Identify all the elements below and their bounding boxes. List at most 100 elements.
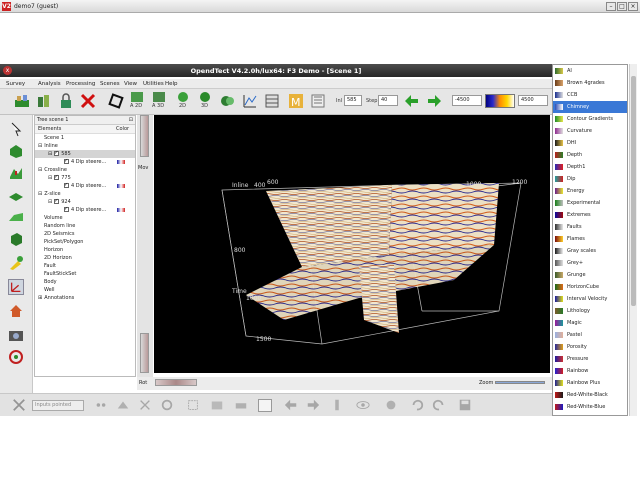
colortable-option[interactable]: Grey+ bbox=[553, 257, 627, 269]
tree-item[interactable]: 4 Dip steere... bbox=[35, 181, 135, 190]
step-input[interactable]: 40 bbox=[378, 95, 398, 106]
visibility-checkbox[interactable] bbox=[54, 197, 60, 205]
colortable-option[interactable]: Chimney bbox=[553, 101, 627, 113]
tree-item[interactable]: 4 Dip steere... bbox=[35, 205, 135, 214]
visibility-checkbox[interactable] bbox=[64, 157, 69, 165]
undo-icon[interactable] bbox=[410, 398, 424, 412]
colortable-option[interactable]: Dip bbox=[553, 173, 627, 185]
tracking-icon[interactable] bbox=[12, 398, 26, 412]
colortable-option[interactable]: HorizonCube bbox=[553, 281, 627, 293]
tree-item[interactable]: 2D Seismics bbox=[35, 230, 135, 238]
colortable-swatch[interactable] bbox=[485, 94, 515, 108]
retrack-icon[interactable] bbox=[160, 398, 174, 412]
colortable-option[interactable]: Extremes bbox=[553, 209, 627, 221]
color-picker-icon[interactable] bbox=[8, 255, 24, 271]
tree-item[interactable]: FaultStickSet bbox=[35, 270, 135, 278]
colortable-option[interactable]: Experimental bbox=[553, 197, 627, 209]
tree-item[interactable]: ⊟585 bbox=[35, 149, 135, 158]
colortable-option[interactable]: Grunge bbox=[553, 269, 627, 281]
colortable-option[interactable]: Flames bbox=[553, 233, 627, 245]
tree-item[interactable]: Well bbox=[35, 286, 135, 294]
colortable-option[interactable]: Red-White-Blue bbox=[553, 401, 627, 413]
visibility-checkbox[interactable] bbox=[54, 149, 60, 157]
colortable-option[interactable]: AI bbox=[553, 65, 627, 77]
clip-min-input[interactable]: -4500 bbox=[452, 95, 482, 106]
eye-icon[interactable] bbox=[356, 398, 370, 412]
fill-icon[interactable] bbox=[210, 398, 224, 412]
visibility-checkbox[interactable] bbox=[64, 181, 69, 189]
colortable-option[interactable]: CCB bbox=[553, 89, 627, 101]
colortable-option[interactable]: Brown 4grades bbox=[553, 77, 627, 89]
tree-item[interactable]: PickSet/Polygon bbox=[35, 238, 135, 246]
mov-slider[interactable] bbox=[140, 115, 149, 157]
scissors-icon[interactable] bbox=[138, 398, 152, 412]
zoom-slider[interactable] bbox=[495, 381, 545, 384]
tree-item[interactable]: Random line bbox=[35, 222, 135, 230]
erase-icon[interactable] bbox=[234, 398, 248, 412]
menu-view[interactable]: View bbox=[124, 81, 137, 87]
colortable-option[interactable]: Contour Gradients bbox=[553, 113, 627, 125]
lock-icon[interactable] bbox=[58, 93, 74, 109]
volume-builder-icon[interactable] bbox=[220, 93, 236, 109]
colortable-option[interactable]: Lithology bbox=[553, 305, 627, 317]
zslice-icon[interactable] bbox=[8, 187, 24, 203]
undo-arrow-icon[interactable] bbox=[284, 398, 298, 412]
tracker-box[interactable] bbox=[258, 399, 272, 412]
colortable-option[interactable]: Rainbow bbox=[553, 365, 627, 377]
collapse-icon[interactable]: ⊟ bbox=[48, 199, 52, 205]
minimize-icon[interactable]: – bbox=[606, 2, 616, 11]
visibility-checkbox[interactable] bbox=[54, 173, 60, 181]
rotate-slider[interactable] bbox=[155, 379, 197, 386]
tree-item[interactable]: ⊟924 bbox=[35, 197, 135, 206]
horizon-icon[interactable] bbox=[8, 209, 24, 225]
layer-model-icon[interactable] bbox=[264, 93, 280, 109]
colortable-option[interactable]: Pastel bbox=[553, 329, 627, 341]
polygon-select-icon[interactable] bbox=[186, 398, 200, 412]
tree-item[interactable]: ⊟ Z-slice bbox=[35, 190, 135, 198]
inline-icon[interactable] bbox=[8, 143, 24, 159]
well-tie-icon[interactable] bbox=[310, 93, 326, 109]
create-2d-button[interactable]: 2D bbox=[174, 91, 192, 111]
tree-item[interactable]: ⊟775 bbox=[35, 173, 135, 182]
scrollbar-thumb[interactable] bbox=[631, 76, 636, 306]
colortable-option[interactable]: DHI bbox=[553, 137, 627, 149]
collapse-icon[interactable]: ⊟ bbox=[38, 143, 42, 149]
settings-icon[interactable] bbox=[384, 398, 398, 412]
axis-icon[interactable] bbox=[8, 279, 24, 295]
arrow-left-icon[interactable] bbox=[404, 93, 420, 109]
colortable-option[interactable]: Interval Velocity bbox=[553, 293, 627, 305]
pick-icon[interactable] bbox=[108, 93, 124, 109]
menu-survey[interactable]: Survey bbox=[6, 81, 25, 87]
tree-item[interactable]: 2D Horizon bbox=[35, 254, 135, 262]
view-mode-icon[interactable] bbox=[8, 121, 24, 137]
dock-close-icon[interactable]: ⊡ bbox=[129, 116, 133, 125]
colortable-option[interactable]: Red-White-Black bbox=[553, 389, 627, 401]
madagascar-icon[interactable]: M bbox=[288, 93, 304, 109]
collapse-icon[interactable]: ⊟ bbox=[38, 191, 42, 197]
tree-item[interactable]: 4 Dip steere... bbox=[35, 157, 135, 166]
close-icon[interactable]: × bbox=[628, 2, 638, 11]
collapse-icon[interactable]: ⊟ bbox=[48, 151, 52, 157]
zoom-slider-vertical[interactable] bbox=[140, 333, 149, 373]
attribute-3d-button[interactable]: A 3D bbox=[150, 91, 168, 111]
attribute-2d-button[interactable]: A 2D bbox=[128, 91, 146, 111]
collapse-icon[interactable]: ⊟ bbox=[38, 167, 42, 173]
save-icon[interactable] bbox=[458, 398, 472, 412]
colortable-option[interactable]: Pressure bbox=[553, 353, 627, 365]
clip-max-input[interactable]: 4500 bbox=[518, 95, 548, 106]
redo-arrow-icon[interactable] bbox=[306, 398, 320, 412]
colortable-option[interactable]: Depth1 bbox=[553, 161, 627, 173]
survey-manager-icon[interactable] bbox=[14, 93, 30, 109]
create-3d-button[interactable]: 3D bbox=[196, 91, 214, 111]
tree-item[interactable]: ⊟ Crossline bbox=[35, 166, 135, 174]
inline-number-input[interactable]: 585 bbox=[344, 95, 362, 106]
tree-item[interactable]: Body bbox=[35, 278, 135, 286]
menu-analysis[interactable]: Analysis bbox=[38, 81, 61, 87]
menu-utilities[interactable]: Utilities bbox=[143, 81, 164, 87]
stereo-icon[interactable] bbox=[8, 349, 24, 365]
colortable-option[interactable]: Gray scales bbox=[553, 245, 627, 257]
colortable-option[interactable]: Energy bbox=[553, 185, 627, 197]
collapse-icon[interactable]: ⊟ bbox=[48, 175, 52, 181]
remove-icon[interactable] bbox=[80, 93, 96, 109]
import-icon[interactable] bbox=[36, 93, 52, 109]
